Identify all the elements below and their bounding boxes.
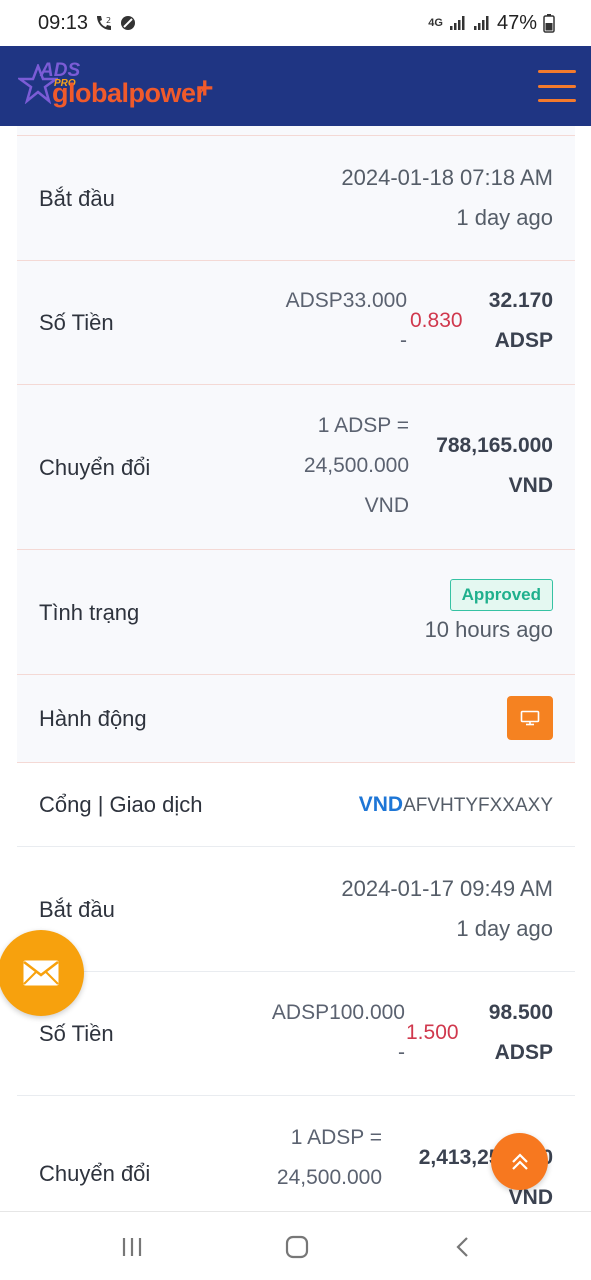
action-label: Hành động bbox=[39, 706, 147, 731]
table-row-start: Bắt đầu 2024-01-18 07:18 AM 1 day ago bbox=[17, 136, 575, 261]
table-row-action: Hành động bbox=[17, 675, 575, 763]
amount-orig-value: ADSP100.000 bbox=[271, 1001, 405, 1024]
conversion-unit: VND bbox=[508, 474, 553, 497]
svg-text:2: 2 bbox=[106, 16, 111, 25]
system-nav-bar bbox=[0, 1211, 591, 1280]
menu-line-icon bbox=[538, 70, 576, 73]
table-row-amount: Số Tiền ADSP33.000 - 0.830 32.170 ADSP bbox=[17, 261, 575, 385]
scroll-to-top-button[interactable] bbox=[491, 1133, 548, 1190]
status-label: Tình trạng bbox=[39, 600, 140, 625]
amount-dash: - bbox=[400, 329, 407, 352]
start-date: 2024-01-18 07:18 AM bbox=[341, 165, 553, 190]
gateway-label: Cổng | Giao dịch bbox=[39, 792, 203, 817]
menu-line-icon bbox=[538, 99, 576, 102]
rate-line-1: 1 ADSP = bbox=[290, 1126, 382, 1149]
amount-original: ADSP33.000 - bbox=[257, 281, 407, 361]
start-label: Bắt đầu bbox=[39, 186, 115, 211]
amount-final: 32.170 ADSP bbox=[489, 281, 553, 361]
conversion-rate: 1 ADSP = 24,500.000 bbox=[217, 1118, 382, 1198]
rate-line-2: 24,500.000 bbox=[276, 1166, 382, 1189]
status-bar: 09:13 2 4G 47% bbox=[0, 0, 591, 46]
envelope-icon bbox=[23, 960, 59, 986]
gateway-currency: VND bbox=[358, 793, 404, 816]
table-row-amount: Số Tiền ADSP100.000 - 1.500 98.500 ADSP bbox=[17, 972, 575, 1096]
battery-icon bbox=[543, 13, 555, 33]
logo-text: globalpower bbox=[52, 78, 206, 108]
amount-label: Số Tiền bbox=[39, 1021, 114, 1046]
amount-fee: 1.500 bbox=[406, 1021, 459, 1044]
signal-icon bbox=[449, 15, 467, 31]
recent-apps-icon bbox=[122, 1238, 142, 1256]
conversion-amount: 788,165.000 bbox=[436, 434, 553, 457]
table-row-start: Bắt đầu 2024-01-17 09:49 AM 1 day ago bbox=[17, 847, 575, 972]
status-badge: Approved bbox=[449, 579, 553, 611]
signal-icon-2 bbox=[473, 15, 491, 31]
status-value: Approved 10 hours ago bbox=[425, 576, 553, 647]
transaction-code: AFVHTYFXXAXY bbox=[403, 795, 553, 816]
conversion-label: Chuyển đổi bbox=[39, 455, 151, 480]
table-row-conversion: Chuyển đổi 1 ADSP = 24,500.000 VND 788,1… bbox=[17, 385, 575, 550]
rate-line-3: VND bbox=[364, 494, 409, 517]
conversion-label: Chuyển đổi bbox=[39, 1161, 151, 1186]
start-ago: 1 day ago bbox=[456, 916, 553, 941]
status-time: 09:13 bbox=[38, 11, 89, 34]
double-chevron-up-icon bbox=[511, 1152, 528, 1170]
amount-dash: - bbox=[398, 1041, 405, 1064]
table-row-gateway: Cổng | Giao dịch VNDAFVHTYFXXAXY bbox=[17, 763, 575, 847]
logo-plus: + bbox=[196, 72, 214, 105]
recent-apps-button[interactable] bbox=[112, 1232, 152, 1262]
home-button[interactable] bbox=[277, 1232, 317, 1262]
logo[interactable]: ADS PRO globalpower + bbox=[18, 58, 228, 114]
network-type: 4G bbox=[428, 17, 443, 29]
view-details-button[interactable] bbox=[507, 696, 553, 740]
conversion-rate: 1 ADSP = 24,500.000 VND bbox=[255, 406, 409, 526]
start-value: 2024-01-17 09:49 AM 1 day ago bbox=[341, 869, 553, 949]
amount-final-unit: ADSP bbox=[494, 329, 553, 352]
start-date: 2024-01-17 09:49 AM bbox=[341, 876, 553, 901]
status-right: 4G 47% bbox=[428, 12, 555, 35]
home-icon bbox=[285, 1235, 309, 1259]
menu-line-icon bbox=[538, 84, 576, 88]
back-button[interactable] bbox=[443, 1232, 483, 1262]
status-left: 09:13 2 bbox=[38, 12, 136, 35]
withdraw-history-list[interactable]: Bắt đầu 2024-01-18 07:18 AM 1 day ago Số… bbox=[0, 126, 591, 1211]
amount-final-value: 32.170 bbox=[488, 289, 553, 312]
amount-fee: 0.830 bbox=[410, 309, 463, 332]
hamburger-menu-button[interactable] bbox=[538, 70, 576, 102]
back-chevron-icon bbox=[456, 1237, 468, 1257]
start-value: 2024-01-18 07:18 AM 1 day ago bbox=[341, 158, 553, 238]
start-ago: 1 day ago bbox=[456, 205, 553, 230]
amount-label: Số Tiền bbox=[39, 310, 114, 335]
rate-line-2: 24,500.000 bbox=[303, 454, 409, 477]
blocked-icon bbox=[120, 15, 136, 31]
amount-original: ADSP100.000 - bbox=[233, 993, 405, 1073]
conversion-value: 788,165.000 VND bbox=[436, 426, 553, 506]
rate-line-1: 1 ADSP = bbox=[317, 414, 409, 437]
amount-orig-value: ADSP33.000 bbox=[285, 289, 407, 312]
app-header: ADS PRO globalpower + bbox=[0, 46, 591, 126]
table-row-status: Tình trạng Approved 10 hours ago bbox=[17, 550, 575, 675]
gateway-value: VNDAFVHTYFXXAXY bbox=[359, 784, 553, 826]
wifi-call-icon: 2 bbox=[94, 14, 114, 32]
amount-final-unit: ADSP bbox=[494, 1041, 553, 1064]
contact-mail-button[interactable] bbox=[0, 930, 84, 1016]
status-ago: 10 hours ago bbox=[424, 617, 553, 642]
amount-final-value: 98.500 bbox=[488, 1001, 553, 1024]
amount-final: 98.500 ADSP bbox=[489, 993, 553, 1073]
table-row bbox=[17, 126, 575, 136]
start-label: Bắt đầu bbox=[39, 897, 115, 922]
battery-percent: 47% bbox=[496, 11, 537, 34]
desktop-icon bbox=[520, 710, 540, 726]
